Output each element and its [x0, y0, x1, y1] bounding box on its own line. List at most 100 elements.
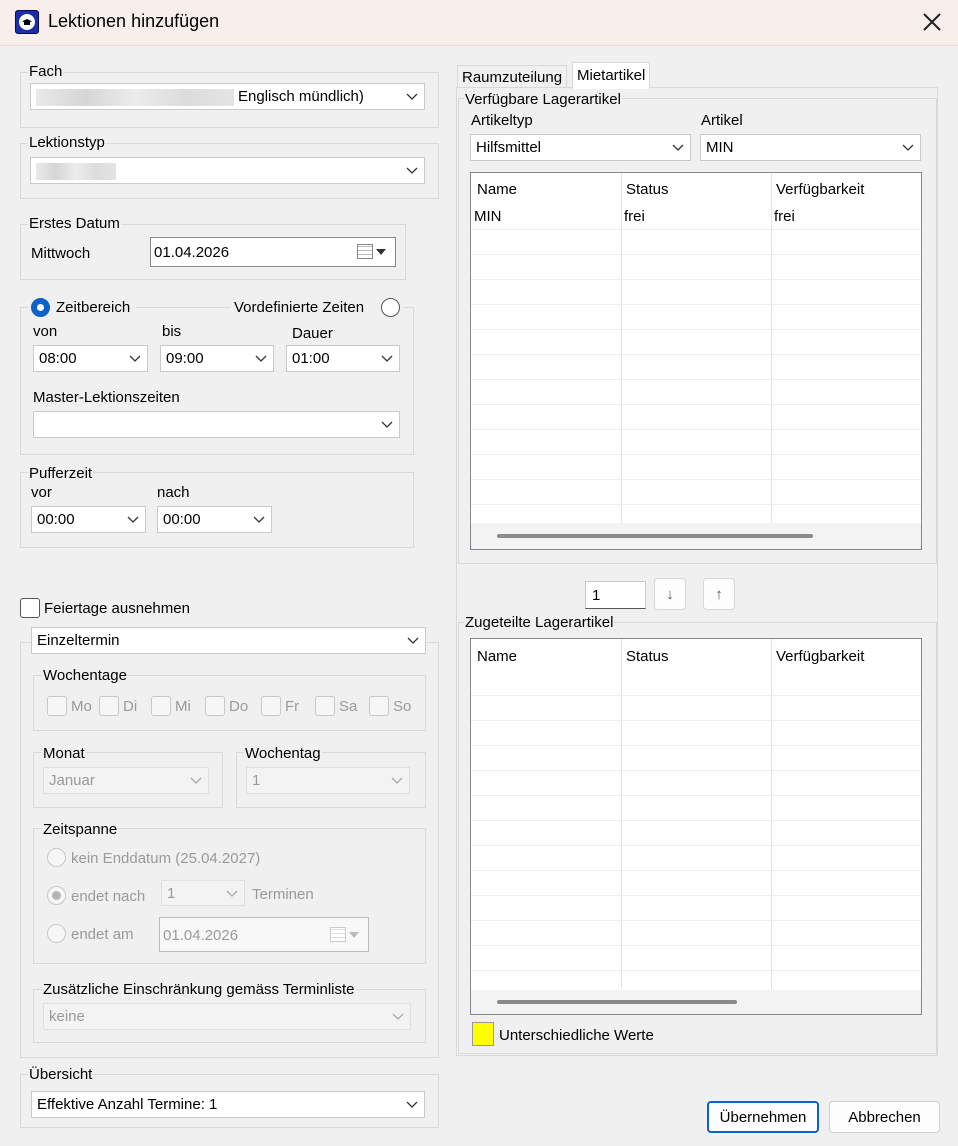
feiertage-label: Feiertage ausnehmen — [44, 600, 190, 617]
chevron-down-icon — [407, 637, 419, 644]
vor-label: vor — [31, 484, 52, 501]
day-label-do: Do — [229, 698, 249, 715]
arrow-up-icon: ↑ — [715, 585, 723, 603]
day-label-fr: Fr — [285, 698, 300, 715]
column-header-status[interactable]: Status — [626, 181, 669, 198]
close-icon[interactable] — [918, 8, 946, 36]
scrollbar-thumb[interactable] — [497, 1000, 737, 1004]
zugeteilt-grid[interactable]: Name Status Verfügbarkeit — [470, 638, 922, 1015]
wochentag-value: 1 — [252, 772, 261, 789]
chevron-down-icon — [255, 355, 267, 362]
lektionstyp-label: Lektionstyp — [28, 134, 106, 152]
chevron-down-icon — [381, 355, 393, 362]
von-label: von — [33, 323, 58, 340]
calendar-icon[interactable] — [357, 244, 373, 259]
day-checkbox-mi[interactable] — [151, 696, 171, 716]
horizontal-scrollbar[interactable] — [471, 990, 921, 1014]
artikel-combo[interactable]: MIN — [700, 134, 921, 161]
arrow-down-icon: ↓ — [666, 585, 674, 603]
endet-nach-combo[interactable]: 1 — [161, 880, 245, 906]
chevron-down-icon — [127, 516, 139, 523]
dropdown-arrow-icon — [376, 249, 386, 255]
first-date-input[interactable]: 01.04.2026 — [150, 237, 396, 267]
chevron-down-icon — [672, 144, 684, 151]
day-label-so: So — [393, 698, 412, 715]
cell-status[interactable]: frei — [624, 208, 645, 225]
apply-button[interactable]: Übernehmen — [707, 1101, 819, 1133]
first-date-value: 01.04.2026 — [154, 244, 230, 261]
endet-am-value: 01.04.2026 — [163, 927, 239, 944]
kein-enddatum-radio[interactable] — [47, 848, 66, 867]
column-header-verfuegbarkeit[interactable]: Verfügbarkeit — [776, 648, 864, 665]
einschraenkung-label: Zusätzliche Einschränkung gemäss Terminl… — [42, 981, 356, 999]
quantity-input[interactable]: 1 — [585, 581, 646, 609]
move-up-button[interactable]: ↑ — [703, 578, 735, 610]
dauer-combo[interactable]: 01:00 — [286, 345, 400, 372]
artikel-label: Artikel — [701, 112, 743, 129]
einschraenkung-combo[interactable]: keine — [43, 1003, 411, 1030]
puffer-label: Pufferzeit — [28, 465, 94, 483]
cell-name[interactable]: MIN — [474, 208, 502, 225]
chevron-down-icon — [381, 421, 393, 428]
endet-nach-radio[interactable] — [47, 886, 66, 905]
tab-raumzuteilung[interactable]: Raumzuteilung — [457, 65, 568, 88]
scrollbar-thumb[interactable] — [497, 534, 813, 538]
cancel-button[interactable]: Abbrechen — [829, 1101, 940, 1133]
uebersicht-combo[interactable]: Effektive Anzahl Termine: 1 — [31, 1091, 425, 1118]
artikeltyp-combo[interactable]: Hilfsmittel — [470, 134, 691, 161]
dauer-value: 01:00 — [292, 350, 330, 367]
move-down-button[interactable]: ↓ — [654, 578, 686, 610]
monat-combo[interactable]: Januar — [43, 767, 209, 794]
column-header-status[interactable]: Status — [626, 648, 669, 665]
wiederholung-combo[interactable]: Einzeltermin — [31, 627, 426, 654]
redacted-text — [36, 89, 234, 106]
master-label: Master-Lektionszeiten — [33, 389, 180, 406]
erstes-datum-label: Erstes Datum — [28, 215, 121, 233]
wochentag-combo[interactable]: 1 — [246, 767, 410, 794]
endet-nach-value: 1 — [167, 885, 176, 902]
endet-am-input[interactable]: 01.04.2026 — [159, 917, 369, 952]
tab-mietartikel[interactable]: Mietartikel — [572, 62, 651, 89]
uebersicht-label: Übersicht — [28, 1066, 94, 1084]
horizontal-scrollbar[interactable] — [471, 523, 921, 549]
wiederholung-value: Einzeltermin — [37, 632, 120, 649]
endet-am-label: endet am — [71, 926, 134, 943]
lektionstyp-combo[interactable] — [30, 157, 425, 184]
zeitbereich-label: Zeitbereich — [56, 299, 131, 316]
verfuegbar-grid[interactable]: Name Status Verfügbarkeit MIN frei frei — [470, 172, 922, 550]
day-checkbox-sa[interactable] — [315, 696, 335, 716]
chevron-down-icon — [406, 1101, 418, 1108]
bis-combo[interactable]: 09:00 — [160, 345, 274, 372]
vordefiniert-radio[interactable] — [381, 298, 400, 317]
day-checkbox-di[interactable] — [99, 696, 119, 716]
day-checkbox-mo[interactable] — [47, 696, 67, 716]
day-checkbox-so[interactable] — [369, 696, 389, 716]
endet-am-radio[interactable] — [47, 924, 66, 943]
feiertage-checkbox[interactable] — [20, 598, 40, 618]
zeitbereich-radio[interactable] — [31, 298, 50, 317]
quantity-value: 1 — [592, 587, 601, 604]
dauer-label: Dauer — [292, 325, 333, 342]
column-header-name[interactable]: Name — [477, 648, 517, 665]
artikel-value: MIN — [706, 139, 734, 156]
nach-combo[interactable]: 00:00 — [157, 506, 272, 533]
tab-label: Mietartikel — [577, 67, 646, 84]
cell-verfuegbarkeit[interactable]: frei — [774, 208, 795, 225]
zeitspanne-label: Zeitspanne — [42, 821, 119, 839]
master-combo[interactable] — [33, 411, 400, 438]
chevron-down-icon — [391, 777, 403, 784]
day-checkbox-do[interactable] — [205, 696, 225, 716]
day-checkbox-fr[interactable] — [261, 696, 281, 716]
column-header-verfuegbarkeit[interactable]: Verfügbarkeit — [776, 181, 864, 198]
tab-label: Raumzuteilung — [462, 69, 563, 86]
vordefiniert-label: Vordefinierte Zeiten — [234, 299, 365, 316]
fach-value: Englisch mündlich) — [238, 88, 364, 105]
fach-combo[interactable]: Englisch mündlich) — [30, 83, 425, 110]
chevron-down-icon — [406, 167, 418, 174]
von-combo[interactable]: 08:00 — [33, 345, 148, 372]
vor-combo[interactable]: 00:00 — [31, 506, 146, 533]
column-header-name[interactable]: Name — [477, 181, 517, 198]
calendar-icon[interactable] — [330, 927, 346, 942]
vor-value: 00:00 — [37, 511, 75, 528]
monat-label: Monat — [42, 745, 86, 763]
